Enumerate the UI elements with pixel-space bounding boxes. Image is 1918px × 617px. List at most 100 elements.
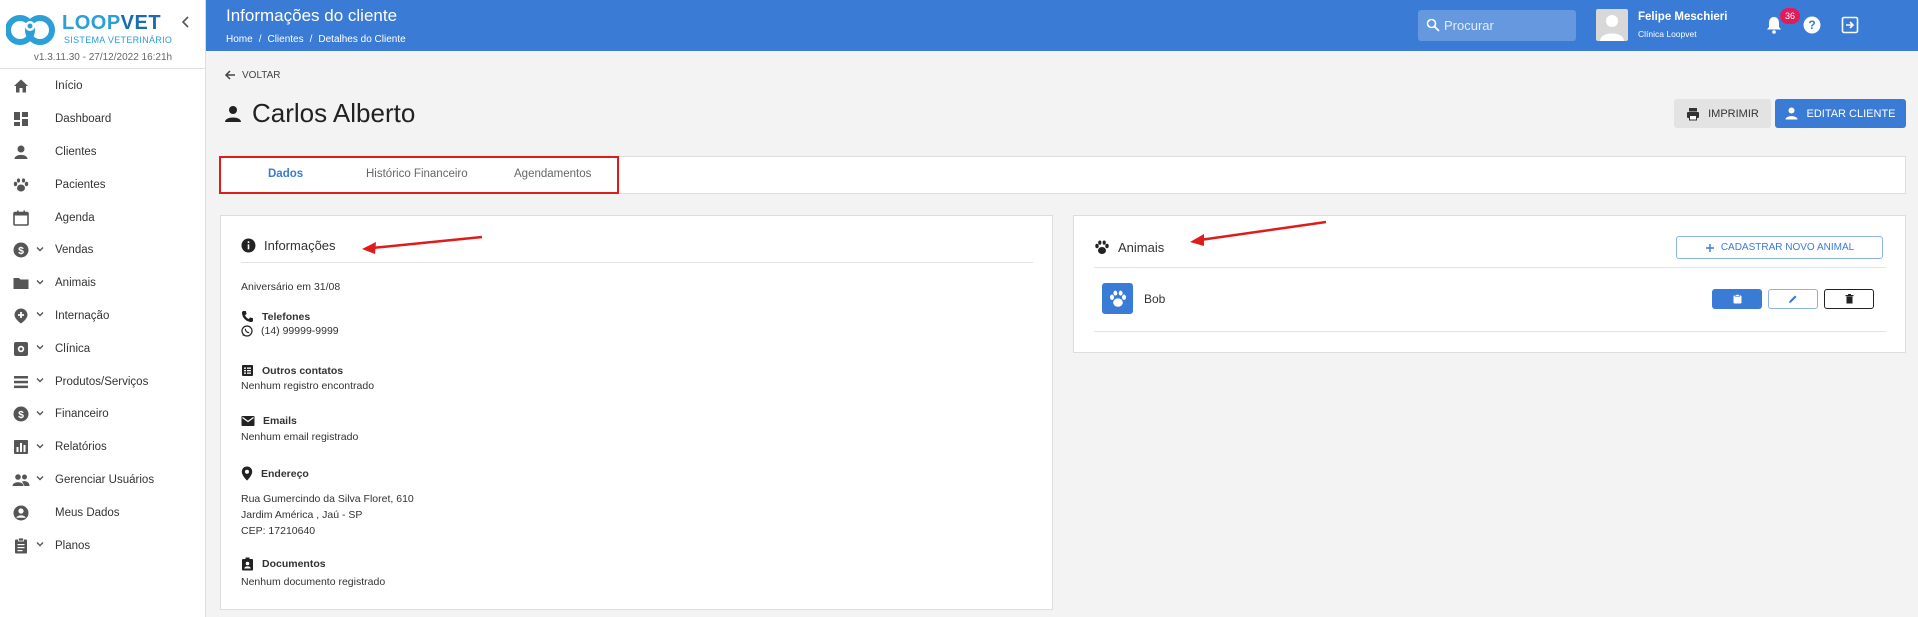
location-pin-icon [241, 466, 253, 481]
edit-label: EDITAR CLIENTE [1806, 107, 1896, 120]
sidebar-item[interactable]: Dashboard [0, 103, 206, 136]
sidebar-item[interactable]: Pacientes [0, 168, 206, 201]
user-name: Felipe Meschieri [1638, 11, 1728, 23]
sidebar-item[interactable]: Meus Dados [0, 496, 206, 529]
sidebar-item-label: Produtos/Serviços [55, 375, 149, 388]
phones-label: Telefones [241, 310, 310, 323]
search-input[interactable] [1444, 16, 1570, 35]
person-icon [1785, 107, 1798, 120]
sidebar-item[interactable]: Planos [0, 529, 206, 562]
sidebar-item-label: Início [55, 80, 83, 93]
view-animal-button[interactable] [1712, 289, 1762, 309]
address-line1: Rua Gumercindo da Silva Floret, 610 [241, 493, 414, 505]
print-button[interactable]: IMPRIMIR [1674, 99, 1771, 128]
breadcrumb-home[interactable]: Home [226, 34, 253, 45]
help-icon[interactable]: ? [1802, 15, 1822, 35]
add-animal-button[interactable]: CADASTRAR NOVO ANIMAL [1676, 236, 1883, 259]
annotation-arrow-icon [362, 235, 483, 254]
svg-text:$: $ [18, 245, 24, 257]
annotation-highlight-box [219, 156, 619, 194]
user-menu[interactable]: Felipe Meschieri Clínica Loopvet [1596, 9, 1786, 43]
chevron-down-icon [35, 277, 45, 290]
email-icon [241, 416, 255, 426]
address-line3: CEP: 17210640 [241, 525, 316, 537]
emails-label: Emails [241, 415, 297, 427]
animal-name[interactable]: Bob [1144, 292, 1165, 306]
paw-icon [1095, 240, 1109, 254]
phone-value: (14) 99999-9999 [241, 325, 339, 337]
svg-text:$: $ [18, 409, 24, 421]
user-clinic: Clínica Loopvet [1638, 29, 1697, 39]
sidebar-item[interactable]: $ Vendas [0, 234, 206, 267]
sidebar-item[interactable]: Início [0, 70, 206, 103]
logo-subtitle: SISTEMA VETERINÁRIO [64, 35, 173, 45]
sidebar: LOOPVET SISTEMA VETERINÁRIO v1.3.11.30 -… [0, 0, 206, 617]
home-icon [12, 77, 30, 95]
sidebar-item-label: Internação [55, 309, 110, 322]
breadcrumb-current: Detalhes do Cliente [318, 34, 406, 45]
pencil-icon [1789, 295, 1797, 303]
folder-icon [12, 274, 30, 292]
info-section-title: Informações [241, 238, 336, 253]
group-icon [12, 471, 30, 489]
printer-icon [1687, 107, 1700, 120]
svg-text:?: ? [1808, 18, 1815, 32]
sidebar-item-label: Gerenciar Usuários [55, 473, 155, 486]
app-version: v1.3.11.30 - 27/12/2022 16:21h [33, 52, 173, 63]
sidebar-item[interactable]: Gerenciar Usuários [0, 464, 206, 497]
sidebar-item[interactable]: Animais [0, 267, 206, 300]
trash-icon [1845, 294, 1853, 304]
search-box[interactable] [1418, 10, 1576, 41]
avatar [1596, 9, 1628, 41]
id-badge-icon [242, 557, 253, 571]
info-icon [241, 238, 256, 253]
sidebar-item-label: Vendas [55, 244, 94, 257]
chevron-down-icon [35, 441, 45, 454]
divider [0, 68, 206, 69]
loopvet-logo-icon [6, 15, 55, 45]
logout-icon[interactable] [1840, 15, 1860, 35]
chevron-down-icon [35, 408, 45, 421]
edit-animal-button[interactable] [1768, 289, 1818, 309]
person-icon [225, 105, 241, 122]
sidebar-item[interactable]: $ Financeiro [0, 398, 206, 431]
paw-icon [1102, 283, 1133, 314]
back-button[interactable]: VOLTAR [224, 69, 281, 81]
person-icon [12, 143, 30, 161]
account-icon [12, 504, 30, 522]
divider [241, 262, 1033, 263]
clinic-icon [12, 340, 30, 358]
back-label: VOLTAR [242, 69, 281, 81]
calendar-icon [12, 209, 30, 227]
sidebar-item-label: Financeiro [55, 408, 109, 421]
breadcrumb-clients[interactable]: Clientes [267, 34, 303, 45]
sidebar-item[interactable]: Relatórios [0, 431, 206, 464]
sidebar-item[interactable]: Clientes [0, 136, 206, 169]
edit-client-button[interactable]: EDITAR CLIENTE [1775, 99, 1906, 128]
client-title: Carlos Alberto [224, 98, 415, 129]
client-name: Carlos Alberto [252, 98, 416, 128]
sidebar-item[interactable]: Internação [0, 300, 206, 333]
sidebar-item-label: Pacientes [55, 178, 106, 191]
address-label: Endereço [241, 466, 309, 481]
address-line2: Jardim América , Jaú - SP [241, 509, 363, 521]
whatsapp-icon [241, 325, 253, 337]
delete-animal-button[interactable] [1824, 289, 1874, 309]
info-title: Informações [264, 238, 336, 253]
animals-section-title: Animais [1094, 240, 1164, 255]
search-icon [1426, 18, 1440, 32]
sidebar-item[interactable]: Clínica [0, 332, 206, 365]
contacts-icon [242, 365, 253, 376]
sidebar-item[interactable]: Agenda [0, 201, 206, 234]
sidebar-item[interactable]: Produtos/Serviços [0, 365, 206, 398]
divider [1094, 331, 1886, 332]
dashboard-icon [12, 110, 30, 128]
notification-badge: 36 [1780, 8, 1800, 24]
documents-value: Nenhum documento registrado [241, 576, 386, 588]
other-contacts-value: Nenhum registro encontrado [241, 380, 375, 392]
top-bar: Informações do cliente Home / Clientes /… [206, 0, 1918, 51]
chart-icon [12, 438, 30, 456]
annotation-arrow-icon [1190, 220, 1327, 246]
chevron-left-icon[interactable] [178, 14, 194, 30]
chevron-down-icon [35, 539, 45, 552]
